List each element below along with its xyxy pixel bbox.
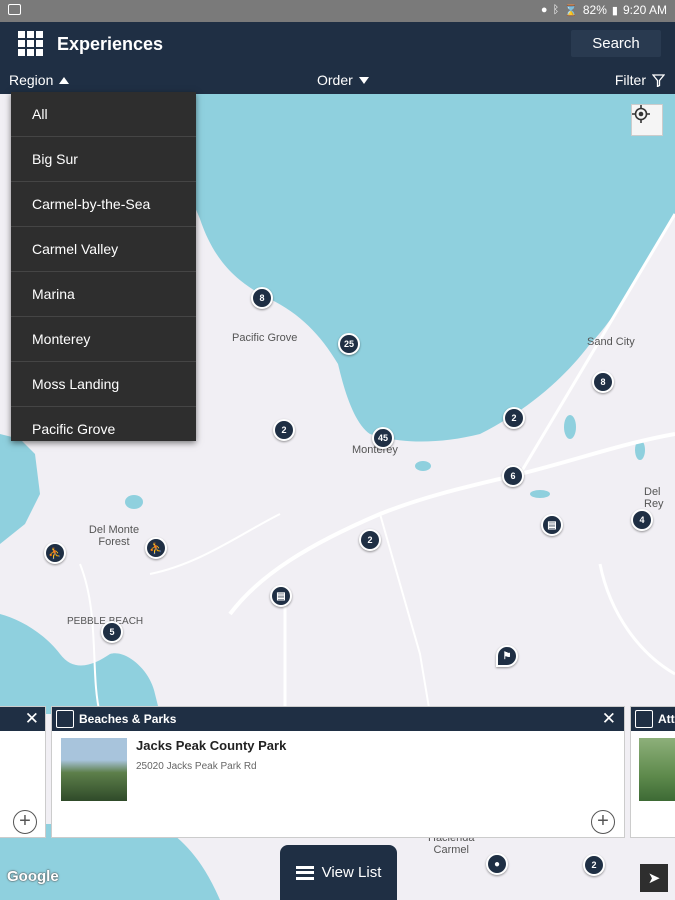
region-option-carmel-by-the-sea[interactable]: Carmel-by-the-Sea <box>11 182 196 227</box>
region-selector[interactable]: Region <box>9 72 70 88</box>
bluetooth-icon: ᛒ <box>552 4 560 16</box>
region-option-monterey[interactable]: Monterey <box>11 317 196 362</box>
order-selector[interactable]: Order <box>317 72 369 88</box>
map-cluster-marker[interactable]: 25 <box>338 333 360 355</box>
experience-thumbnail[interactable] <box>61 738 127 801</box>
add-button[interactable]: + <box>591 810 615 834</box>
app-title: Experiences <box>57 34 164 54</box>
status-bar: ● ᛒ ⌛ 82% ▮ 9:20 AM <box>0 0 675 22</box>
map-cluster-marker[interactable]: 45 <box>372 427 394 449</box>
region-option-all[interactable]: All <box>11 92 196 137</box>
close-icon[interactable]: ✕ <box>25 709 39 729</box>
location-icon: ● <box>540 4 548 16</box>
order-label: Order <box>317 72 353 88</box>
experience-title[interactable]: Jacks Peak County Park <box>136 738 286 753</box>
region-option-big-sur[interactable]: Big Sur <box>11 137 196 182</box>
book-marker-icon[interactable]: ▤ <box>541 514 563 536</box>
card-header: Beaches & Parks ✕ <box>52 707 624 731</box>
map-cluster-marker[interactable]: 2 <box>273 419 295 441</box>
golf-marker-icon[interactable]: ⚑ <box>496 645 518 667</box>
image-notification-icon <box>8 4 21 15</box>
label-sand-city: Sand City <box>587 336 635 348</box>
region-option-marina[interactable]: Marina <box>11 272 196 317</box>
clock: 9:20 AM <box>622 3 667 17</box>
filter-bar: Region Order Filter <box>0 66 675 94</box>
battery-icon: ▮ <box>611 4 618 17</box>
map-cluster-marker[interactable]: 8 <box>592 371 614 393</box>
view-list-label: View List <box>321 864 382 881</box>
app-bar: Experiences Search <box>0 22 675 66</box>
map-cluster-marker[interactable]: 8 <box>251 287 273 309</box>
map-cluster-marker[interactable]: 4 <box>631 509 653 531</box>
region-option-pacific-grove[interactable]: Pacific Grove <box>11 407 196 441</box>
my-location-button[interactable] <box>631 104 663 136</box>
app-grid-menu-icon[interactable] <box>18 31 43 56</box>
label-del-monte-forest: Del Monte Forest <box>88 524 140 548</box>
hiking-marker-icon[interactable]: ⛹ <box>44 542 66 564</box>
view-list-button[interactable]: View List <box>280 845 397 900</box>
close-icon[interactable]: ✕ <box>602 709 616 729</box>
map-cluster-marker[interactable]: 2 <box>359 529 381 551</box>
search-button[interactable]: Search <box>571 30 661 57</box>
navigation-arrow-icon[interactable]: ➤ <box>640 864 668 892</box>
region-option-carmel-valley[interactable]: Carmel Valley <box>11 227 196 272</box>
experience-card-previous[interactable]: ✕ + <box>0 706 46 838</box>
experience-card[interactable]: Beaches & Parks ✕ Jacks Peak County Park… <box>51 706 625 838</box>
region-label: Region <box>9 72 54 88</box>
card-category: Att <box>658 712 675 726</box>
signal-icon: ⌛ <box>564 4 578 17</box>
card-header: ✕ <box>0 707 45 731</box>
battery-percentage: 82% <box>582 3 607 17</box>
filter-button[interactable]: Filter <box>615 72 665 88</box>
label-del-rey: Del Rey <box>644 486 664 510</box>
map-cluster-marker[interactable]: 6 <box>502 465 524 487</box>
map-cluster-marker[interactable]: 2 <box>583 854 605 876</box>
activity-marker-icon[interactable]: ● <box>486 853 508 875</box>
experience-card-next[interactable]: Att <box>630 706 675 838</box>
experience-address: 25020 Jacks Peak Park Rd <box>136 761 257 772</box>
experience-card-carousel[interactable]: ✕ + Beaches & Parks ✕ Jacks Peak County … <box>0 706 675 838</box>
map-cluster-marker[interactable]: 2 <box>503 407 525 429</box>
card-category: Beaches & Parks <box>79 712 177 726</box>
list-icon <box>295 865 314 880</box>
book-marker-icon[interactable]: ▤ <box>270 585 292 607</box>
hiking-marker-icon[interactable]: ⛹ <box>145 537 167 559</box>
region-dropdown-menu: All Big Sur Carmel-by-the-Sea Carmel Val… <box>11 92 196 441</box>
caret-down-icon <box>358 76 369 84</box>
attraction-icon <box>635 710 653 728</box>
status-bar-right: ● ᛒ ⌛ 82% ▮ 9:20 AM <box>541 3 667 17</box>
google-attribution: Google <box>7 868 59 885</box>
card-header: Att <box>631 707 675 731</box>
experience-thumbnail[interactable] <box>639 738 675 801</box>
filter-label: Filter <box>614 72 646 88</box>
add-button[interactable]: + <box>13 810 37 834</box>
crosshair-icon <box>632 105 650 123</box>
label-pacific-grove: Pacific Grove <box>232 332 298 344</box>
caret-up-icon <box>59 76 70 84</box>
beach-chair-icon <box>56 710 74 728</box>
map-cluster-marker[interactable]: 5 <box>101 621 123 643</box>
funnel-icon <box>652 73 665 87</box>
region-option-moss-landing[interactable]: Moss Landing <box>11 362 196 407</box>
